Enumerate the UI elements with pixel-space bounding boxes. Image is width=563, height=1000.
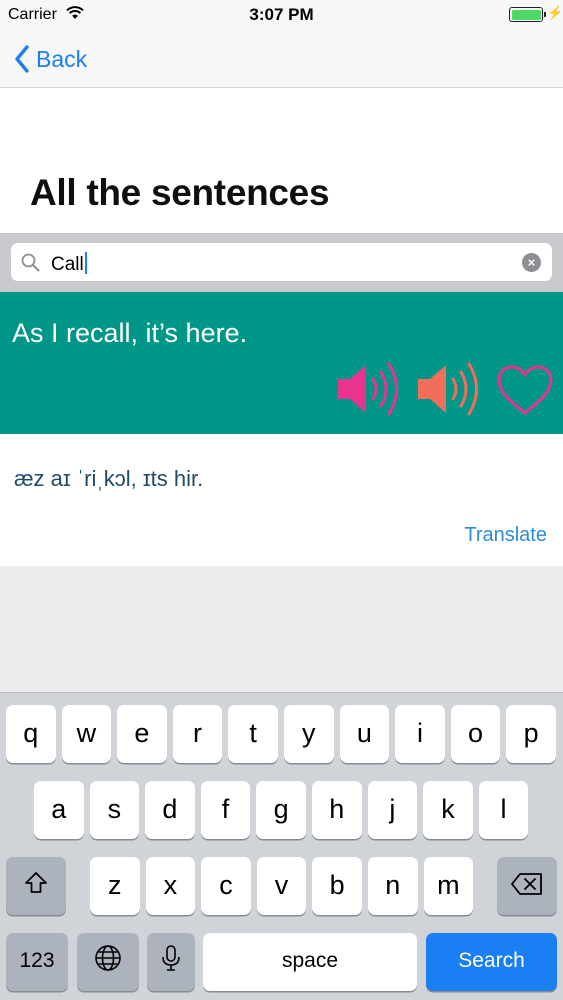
status-time: 3:07 PM [249, 5, 314, 24]
key-c[interactable]: c [201, 857, 251, 915]
search-query-text: Call [51, 254, 84, 275]
key-g[interactable]: g [256, 781, 306, 839]
back-label: Back [36, 45, 88, 72]
charging-bolt-icon: ⚡ [547, 5, 563, 20]
ipa-transcription: æz aɪ ˈriˌkɔl, ɪts hir. [14, 466, 204, 491]
translate-button[interactable]: Translate [464, 524, 547, 547]
backspace-icon [510, 859, 544, 915]
status-bar: Carrier 3:07 PM ⚡ [0, 0, 563, 30]
speaker-slow-icon[interactable] [416, 361, 488, 422]
search-bar: Call × [0, 233, 563, 292]
speaker-normal-icon[interactable] [336, 361, 408, 422]
key-f[interactable]: f [200, 781, 251, 839]
key-t[interactable]: t [228, 705, 278, 763]
heart-icon[interactable] [496, 364, 554, 421]
key-k[interactable]: k [423, 781, 473, 839]
key-w[interactable]: w [61, 705, 112, 763]
sentence-card[interactable]: As I recall, it’s here. [0, 292, 563, 434]
key-m[interactable]: m [423, 857, 474, 915]
globe-icon [94, 935, 122, 991]
key-s[interactable]: s [89, 781, 140, 839]
globe-key[interactable] [77, 933, 139, 991]
page-header: All the sentences [0, 88, 563, 233]
shift-icon [23, 859, 49, 915]
delete-key[interactable] [497, 857, 557, 915]
magnifier-icon [21, 253, 40, 277]
key-j[interactable]: j [367, 781, 418, 839]
search-query: Call [51, 252, 87, 276]
back-button[interactable]: Back [14, 42, 87, 76]
numbers-key[interactable]: 123 [6, 933, 68, 991]
sentence-detail: æz aɪ ˈriˌkɔl, ɪts hir. Translate [0, 434, 563, 566]
text-caret [84, 252, 87, 274]
key-e[interactable]: e [117, 705, 167, 763]
key-p[interactable]: p [506, 705, 556, 763]
key-n[interactable]: n [368, 857, 418, 915]
key-v[interactable]: v [256, 857, 307, 915]
key-o[interactable]: o [450, 705, 501, 763]
chevron-left-icon [14, 45, 30, 73]
key-u[interactable]: u [339, 705, 390, 763]
clear-circle-icon[interactable]: × [522, 253, 541, 272]
key-b[interactable]: b [312, 857, 362, 915]
key-q[interactable]: q [6, 705, 56, 763]
key-z[interactable]: z [90, 857, 140, 915]
space-key[interactable]: space [203, 933, 417, 991]
microphone-key[interactable] [147, 933, 195, 991]
search-input[interactable]: Call × [11, 243, 552, 281]
page-title: All the sentences [30, 172, 330, 213]
microphone-icon [161, 935, 181, 991]
key-i[interactable]: i [395, 705, 445, 763]
key-a[interactable]: a [34, 781, 84, 839]
keyboard: 123 space Search qwertyuiop asdfghjkl zxcv… [0, 692, 563, 1000]
sentence-text: As I recall, it’s here. [12, 318, 248, 348]
key-x[interactable]: x [145, 857, 196, 915]
shift-key[interactable] [6, 857, 66, 915]
search-key[interactable]: Search [426, 933, 557, 991]
key-r[interactable]: r [172, 705, 223, 763]
key-l[interactable]: l [478, 781, 529, 839]
key-d[interactable]: d [145, 781, 195, 839]
key-h[interactable]: h [312, 781, 362, 839]
navigation-bar: Back [0, 30, 563, 88]
key-y[interactable]: y [284, 705, 334, 763]
battery-icon [509, 7, 546, 22]
